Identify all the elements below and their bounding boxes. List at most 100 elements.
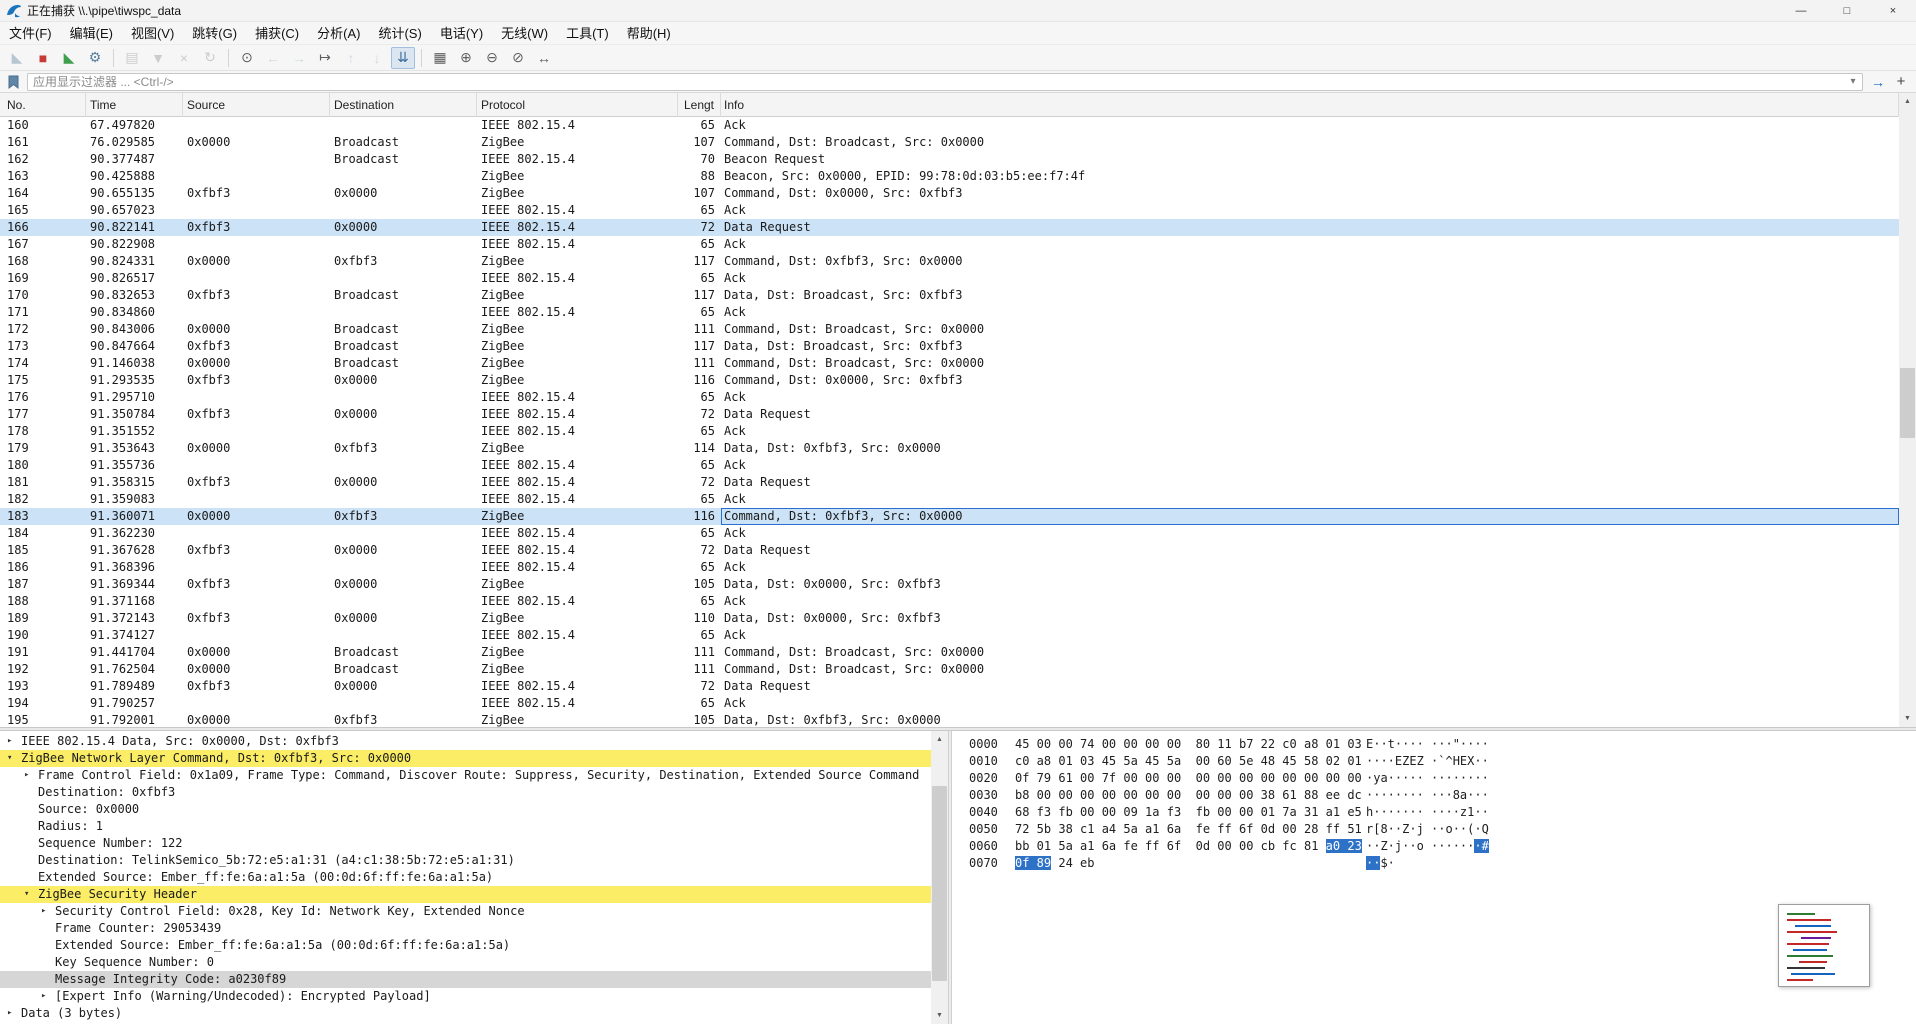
packet-row[interactable]: 18791.3693440xfbf30x0000ZigBee105Data, D… [0,576,1899,593]
menu-item[interactable]: 帮助(H) [618,22,680,45]
find-packet-icon[interactable]: ⊙ [235,47,259,69]
apply-filter-button[interactable]: → [1867,73,1889,91]
menu-item[interactable]: 无线(W) [492,22,557,45]
capture-stop-icon[interactable]: ■ [31,47,55,69]
detail-row[interactable]: Source: 0x0000 [0,801,931,818]
packet-row[interactable]: 18291.359083IEEE 802.15.465Ack [0,491,1899,508]
scroll-down-icon[interactable]: ▼ [1899,710,1916,727]
colorize-icon[interactable]: ▦ [428,47,452,69]
packet-row[interactable]: 16590.657023IEEE 802.15.465Ack [0,202,1899,219]
column-header-protocol[interactable]: Protocol [477,93,678,117]
packet-row[interactable]: 17491.1460380x0000BroadcastZigBee111Comm… [0,355,1899,372]
go-last-icon[interactable]: ↓ [365,47,389,69]
menu-item[interactable]: 文件(F) [0,22,61,45]
packet-row[interactable]: 19091.374127IEEE 802.15.465Ack [0,627,1899,644]
scrollbar-thumb[interactable] [932,786,947,981]
packet-row[interactable]: 16690.8221410xfbf30x0000IEEE 802.15.472D… [0,219,1899,236]
detail-row[interactable]: Extended Source: Ember_ff:fe:6a:a1:5a (0… [0,869,931,886]
menu-item[interactable]: 工具(T) [557,22,618,45]
packet-row[interactable]: 16890.8243310x00000xfbf3ZigBee117Command… [0,253,1899,270]
packet-row[interactable]: 17290.8430060x0000BroadcastZigBee111Comm… [0,321,1899,338]
expand-expander-icon[interactable]: ▸ [41,988,55,1005]
packet-row[interactable]: 19191.4417040x0000BroadcastZigBee111Comm… [0,644,1899,661]
column-header-lengt[interactable]: Lengt [678,93,721,117]
packet-row[interactable]: 17190.834860IEEE 802.15.465Ack [0,304,1899,321]
menu-item[interactable]: 电话(Y) [431,22,492,45]
detail-row[interactable]: ▸Frame Control Field: 0x1a09, Frame Type… [0,767,931,784]
capture-restart-icon[interactable]: ◣ [57,47,81,69]
menu-item[interactable]: 跳转(G) [183,22,246,45]
packet-row[interactable]: 17791.3507840xfbf30x0000IEEE 802.15.472D… [0,406,1899,423]
column-header-info[interactable]: Info [721,93,1899,117]
collapse-expander-icon[interactable]: ▾ [24,886,38,903]
go-back-icon[interactable]: ← [261,47,285,69]
detail-row[interactable]: ▸[Expert Info (Warning/Undecoded): Encry… [0,988,931,1005]
filter-dropdown-icon[interactable]: ▾ [1844,76,1862,87]
capture-start-icon[interactable]: ◣ [5,47,29,69]
packet-row[interactable]: 18091.355736IEEE 802.15.465Ack [0,457,1899,474]
packet-row[interactable]: 19591.7920010x00000xfbf3ZigBee105Data, D… [0,712,1899,727]
scroll-up-icon[interactable]: ▲ [1899,93,1916,110]
menu-item[interactable]: 捕获(C) [246,22,308,45]
go-forward-icon[interactable]: → [287,47,311,69]
detail-row[interactable]: ▾ZigBee Network Layer Command, Dst: 0xfb… [0,750,931,767]
menu-item[interactable]: 编辑(E) [61,22,122,45]
minimize-button[interactable]: — [1778,0,1824,22]
detail-row[interactable]: Destination: TelinkSemico_5b:72:e5:a1:31… [0,852,931,869]
packet-row[interactable]: 16390.425888ZigBee88Beacon, Src: 0x0000,… [0,168,1899,185]
packet-row[interactable]: 16490.6551350xfbf30x0000ZigBee107Command… [0,185,1899,202]
expand-expander-icon[interactable]: ▸ [41,903,55,920]
detail-row[interactable]: Sequence Number: 122 [0,835,931,852]
detail-row[interactable]: ▾ZigBee Security Header [0,886,931,903]
detail-scrollbar[interactable]: ▲ ▼ [931,731,948,1024]
packet-row[interactable]: 18691.368396IEEE 802.15.465Ack [0,559,1899,576]
menu-item[interactable]: 视图(V) [122,22,183,45]
packet-row[interactable]: 18891.371168IEEE 802.15.465Ack [0,593,1899,610]
minimap-overlay[interactable] [1778,904,1870,987]
hex-row[interactable]: 0030b8 00 00 00 00 00 00 00 00 00 00 38 … [952,787,1916,804]
close-file-icon[interactable]: × [172,47,196,69]
packet-row[interactable]: 17390.8476640xfbf3BroadcastZigBee117Data… [0,338,1899,355]
packet-row[interactable]: 17691.295710IEEE 802.15.465Ack [0,389,1899,406]
open-file-icon[interactable]: ▤ [120,47,144,69]
expand-expander-icon[interactable]: ▸ [7,1005,21,1022]
hex-row[interactable]: 0060bb 01 5a a1 6a fe ff 6f 0d 00 00 cb … [952,838,1916,855]
packet-row[interactable]: 17591.2935350xfbf30x0000ZigBee116Command… [0,372,1899,389]
close-button[interactable]: × [1870,0,1916,22]
go-to-packet-icon[interactable]: ↦ [313,47,337,69]
packet-row[interactable]: 16067.497820IEEE 802.15.465Ack [0,117,1899,134]
packet-list-scrollbar[interactable]: ▲ ▼ [1899,93,1916,727]
zoom-reset-icon[interactable]: ⊘ [506,47,530,69]
detail-row[interactable]: Extended Source: Ember_ff:fe:6a:a1:5a (0… [0,937,931,954]
packet-row[interactable]: 19291.7625040x0000BroadcastZigBee111Comm… [0,661,1899,678]
filter-bookmark-icon[interactable] [6,74,24,90]
packet-row[interactable]: 18591.3676280xfbf30x0000IEEE 802.15.472D… [0,542,1899,559]
hex-row[interactable]: 0010c0 a8 01 03 45 5a 45 5a 00 60 5e 48 … [952,753,1916,770]
scroll-down-icon[interactable]: ▼ [931,1007,948,1024]
detail-row[interactable]: ▸IEEE 802.15.4 Data, Src: 0x0000, Dst: 0… [0,733,931,750]
display-filter-input[interactable] [28,74,1844,90]
hex-row[interactable]: 005072 5b 38 c1 a4 5a a1 6a fe ff 6f 0d … [952,821,1916,838]
packet-row[interactable]: 16176.0295850x0000BroadcastZigBee107Comm… [0,134,1899,151]
packet-row[interactable]: 18491.362230IEEE 802.15.465Ack [0,525,1899,542]
packet-row[interactable]: 17891.351552IEEE 802.15.465Ack [0,423,1899,440]
packet-row[interactable]: 16990.826517IEEE 802.15.465Ack [0,270,1899,287]
detail-row[interactable]: Radius: 1 [0,818,931,835]
hex-row[interactable]: 00200f 79 61 00 7f 00 00 00 00 00 00 00 … [952,770,1916,787]
column-header-source[interactable]: Source [183,93,330,117]
menu-item[interactable]: 统计(S) [369,22,430,45]
detail-row[interactable]: ▸Security Control Field: 0x28, Key Id: N… [0,903,931,920]
reload-icon[interactable]: ↻ [198,47,222,69]
zoom-out-icon[interactable]: ⊖ [480,47,504,69]
packet-row[interactable]: 19391.7894890xfbf30x0000IEEE 802.15.472D… [0,678,1899,695]
packet-row[interactable]: 18991.3721430xfbf30x0000ZigBee110Data, D… [0,610,1899,627]
detail-row[interactable]: ▸Data (3 bytes) [0,1005,931,1022]
packet-row[interactable]: 16290.377487BroadcastIEEE 802.15.470Beac… [0,151,1899,168]
detail-row[interactable]: Message Integrity Code: a0230f89 [0,971,931,988]
menu-item[interactable]: 分析(A) [308,22,369,45]
hex-row[interactable]: 000045 00 00 74 00 00 00 00 80 11 b7 22 … [952,736,1916,753]
detail-row[interactable]: Key Sequence Number: 0 [0,954,931,971]
auto-scroll-icon[interactable]: ⇊ [391,47,415,69]
go-first-icon[interactable]: ↑ [339,47,363,69]
detail-row[interactable]: Frame Counter: 29053439 [0,920,931,937]
